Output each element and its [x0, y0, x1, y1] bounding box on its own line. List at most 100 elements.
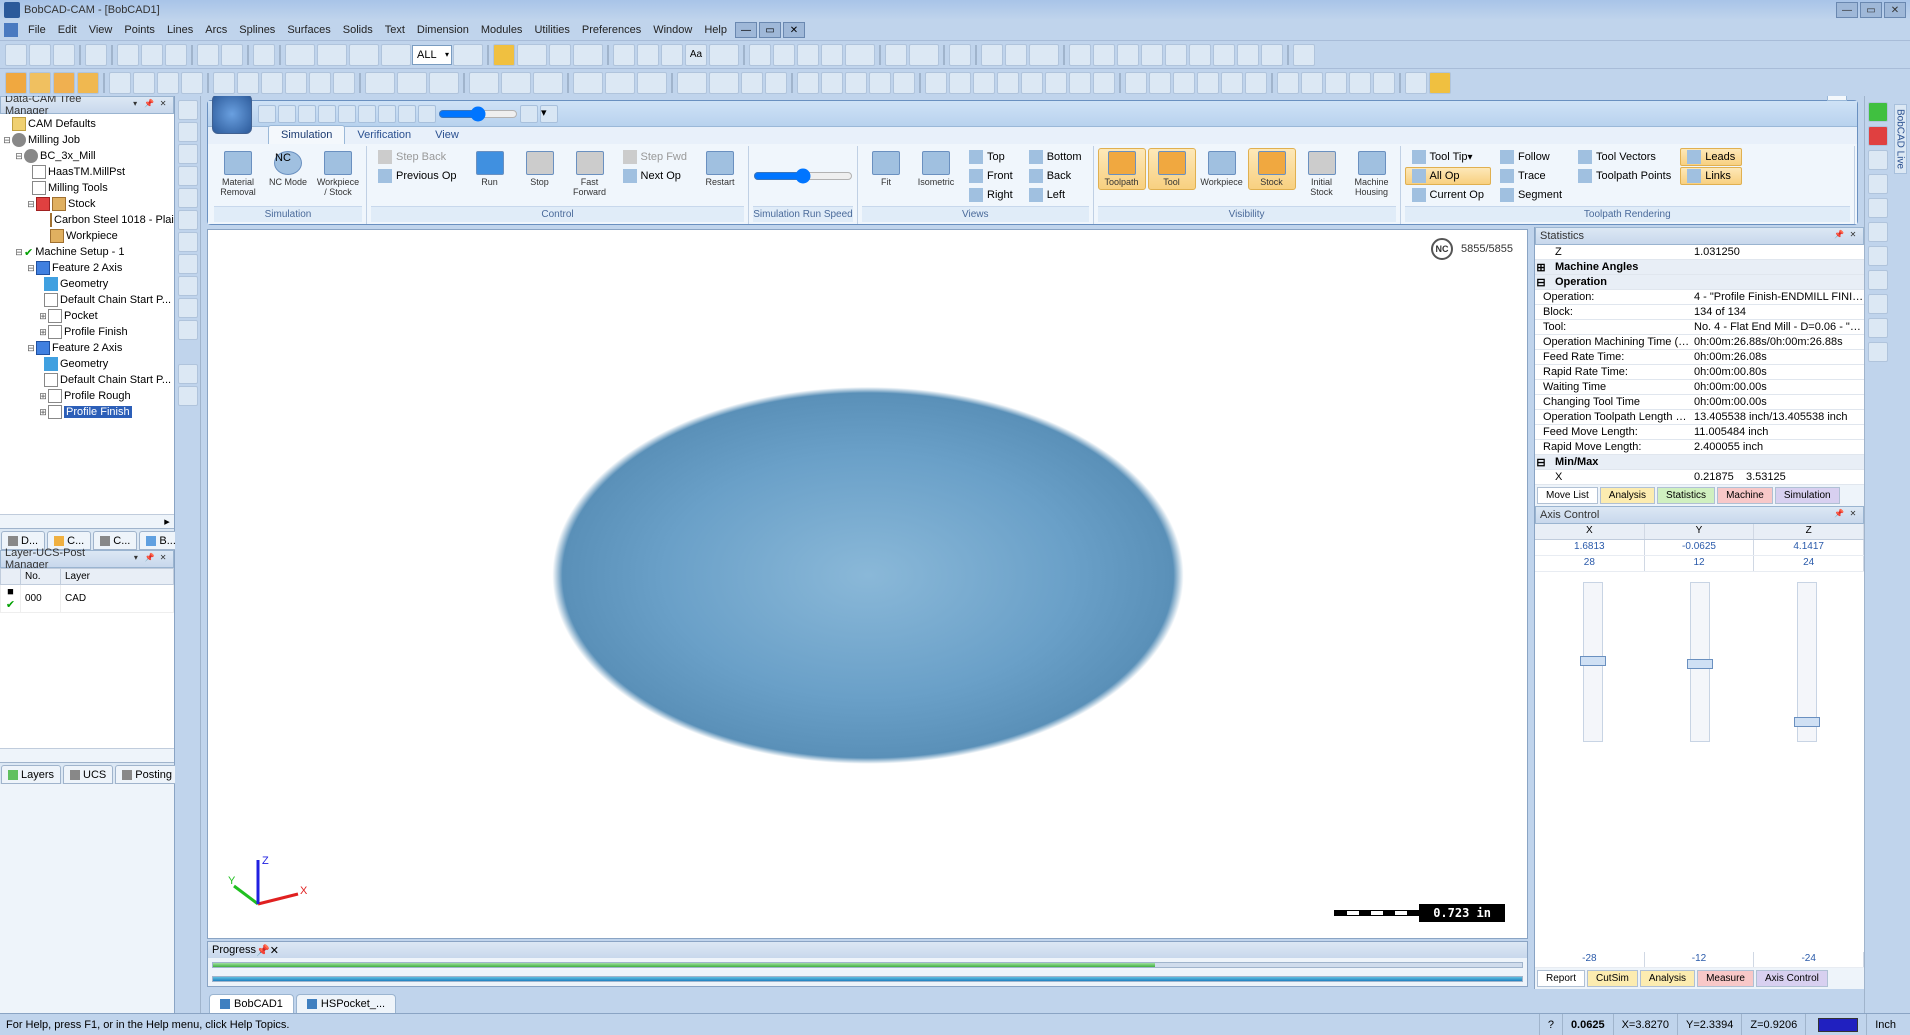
d6-icon[interactable]: [1045, 72, 1067, 94]
s9-icon[interactable]: [309, 72, 331, 94]
d3-icon[interactable]: [973, 72, 995, 94]
step-back-button[interactable]: Step Back: [371, 148, 464, 166]
qat-last-icon[interactable]: [398, 105, 416, 123]
ucs2-icon[interactable]: [1149, 72, 1171, 94]
back-view-button[interactable]: Back: [1022, 167, 1089, 185]
shade1-icon[interactable]: [469, 72, 499, 94]
previous-op-button[interactable]: Previous Op: [371, 167, 464, 185]
workpiece-stock-button[interactable]: Workpiece / Stock: [314, 148, 362, 200]
a2-icon[interactable]: [821, 72, 843, 94]
win4-icon[interactable]: [1349, 72, 1371, 94]
copy-icon[interactable]: [141, 44, 163, 66]
tab-report[interactable]: Report: [1537, 970, 1585, 987]
vt2-icon[interactable]: [178, 122, 198, 142]
rs-4-icon[interactable]: [1868, 222, 1888, 242]
menu-text[interactable]: Text: [379, 22, 411, 38]
snap-int-icon[interactable]: [1141, 44, 1163, 66]
menu-window[interactable]: Window: [647, 22, 698, 38]
app-orb-button[interactable]: [212, 96, 252, 134]
tooltip-button[interactable]: Tool Tip ▾: [1405, 148, 1491, 166]
tab-axis-control[interactable]: Axis Control: [1756, 970, 1828, 987]
close-button[interactable]: ✕: [1884, 2, 1906, 18]
isometric-button[interactable]: Isometric: [912, 148, 960, 190]
bool3-icon[interactable]: [637, 72, 667, 94]
a4-icon[interactable]: [869, 72, 891, 94]
menu-help[interactable]: Help: [698, 22, 733, 38]
close-panel-icon[interactable]: ✕: [157, 99, 169, 111]
select3-icon[interactable]: [349, 44, 379, 66]
cylinder-icon[interactable]: [77, 72, 99, 94]
fast-forward-button[interactable]: Fast Forward: [566, 148, 614, 200]
front-view-button[interactable]: Front: [962, 167, 1020, 185]
new-icon[interactable]: [5, 44, 27, 66]
ucs5-icon[interactable]: [1221, 72, 1243, 94]
line-icon[interactable]: [637, 44, 659, 66]
grid5-icon[interactable]: [845, 44, 875, 66]
material-removal-button[interactable]: Material Removal: [214, 148, 262, 200]
x-axis-slider[interactable]: [1583, 582, 1603, 742]
layer-autohide-icon[interactable]: 📌: [144, 553, 156, 565]
n4-icon[interactable]: [765, 72, 787, 94]
bottom-view-button[interactable]: Bottom: [1022, 148, 1089, 166]
snap-grid-icon[interactable]: [1261, 44, 1283, 66]
ucs6-icon[interactable]: [1245, 72, 1267, 94]
tab-cutsim[interactable]: CutSim: [1587, 970, 1638, 987]
rs-7-icon[interactable]: [1868, 294, 1888, 314]
vt1-icon[interactable]: [178, 100, 198, 120]
s3-icon[interactable]: [157, 72, 179, 94]
tab-simulation[interactable]: Simulation: [1775, 487, 1840, 504]
current-op-button[interactable]: Current Op: [1405, 186, 1491, 204]
vt12-icon[interactable]: [178, 364, 198, 384]
print-icon[interactable]: [85, 44, 107, 66]
bool2-icon[interactable]: [605, 72, 635, 94]
v2-icon[interactable]: [397, 72, 427, 94]
toolpath-button[interactable]: Toolpath: [1098, 148, 1146, 190]
rs-5-icon[interactable]: [1868, 246, 1888, 266]
nc-mode-button[interactable]: NCNC Mode: [264, 148, 312, 190]
vt3-icon[interactable]: [178, 144, 198, 164]
snap-near-icon[interactable]: [1237, 44, 1259, 66]
progress-bar-1[interactable]: [212, 962, 1523, 968]
undo-icon[interactable]: [197, 44, 219, 66]
win5-icon[interactable]: [1373, 72, 1395, 94]
rs-1-icon[interactable]: [1868, 150, 1888, 170]
layers-tab[interactable]: Layers: [1, 765, 61, 784]
tab-movelist[interactable]: Move List: [1537, 487, 1598, 504]
qat-ff-icon[interactable]: [378, 105, 396, 123]
pin-icon[interactable]: ▾: [129, 99, 141, 111]
doc-tab-1[interactable]: BobCAD1: [209, 994, 294, 1013]
redo-icon[interactable]: [221, 44, 243, 66]
n2-icon[interactable]: [709, 72, 739, 94]
status-color[interactable]: [1805, 1014, 1866, 1035]
snap-tan-icon[interactable]: [1213, 44, 1235, 66]
vt8-icon[interactable]: [178, 254, 198, 274]
menu-solids[interactable]: Solids: [337, 22, 379, 38]
s8-icon[interactable]: [285, 72, 307, 94]
cube-icon[interactable]: [29, 72, 51, 94]
mdi-minimize-button[interactable]: —: [735, 22, 757, 38]
maximize-button[interactable]: ▭: [1860, 2, 1882, 18]
gear-icon[interactable]: [1293, 44, 1315, 66]
rs-6-icon[interactable]: [1868, 270, 1888, 290]
color1-icon[interactable]: [493, 44, 515, 66]
grid1-icon[interactable]: [749, 44, 771, 66]
d2-icon[interactable]: [949, 72, 971, 94]
block-icon[interactable]: [709, 44, 739, 66]
n3-icon[interactable]: [741, 72, 763, 94]
vt5-icon[interactable]: [178, 188, 198, 208]
render-icon[interactable]: [1405, 72, 1427, 94]
autohide-icon[interactable]: 📌: [143, 99, 155, 111]
menu-utilities[interactable]: Utilities: [528, 22, 575, 38]
shade2-icon[interactable]: [501, 72, 531, 94]
ucs-tab[interactable]: UCS: [63, 765, 113, 784]
snap2-icon[interactable]: [909, 44, 939, 66]
move-icon[interactable]: [981, 44, 1003, 66]
snap-end-icon[interactable]: [1069, 44, 1091, 66]
ribbon-tab-verification[interactable]: Verification: [345, 126, 423, 144]
toolpath-points-button[interactable]: Toolpath Points: [1571, 167, 1678, 185]
shade3-icon[interactable]: [533, 72, 563, 94]
qat-play-icon[interactable]: [318, 105, 336, 123]
snap-quad-icon[interactable]: [1165, 44, 1187, 66]
menu-lines[interactable]: Lines: [161, 22, 199, 38]
qat-cursor-icon[interactable]: [520, 105, 538, 123]
